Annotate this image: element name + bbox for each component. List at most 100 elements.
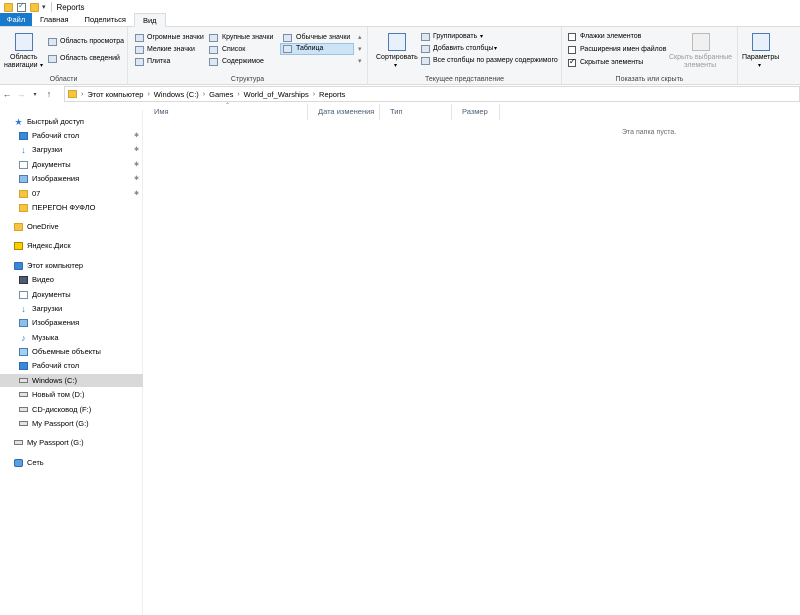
pin-icon[interactable]: ✱ (134, 175, 139, 182)
breadcrumb-reports[interactable]: Reports (319, 90, 345, 99)
small-icons-icon (135, 46, 144, 54)
nav-item-pc-downloads[interactable]: ↓ Загрузки (0, 302, 143, 315)
chevron-right-icon[interactable]: › (147, 91, 149, 98)
column-header-size[interactable]: Размер (452, 104, 500, 120)
properties-icon[interactable] (17, 1, 26, 12)
item-checkboxes-checkbox[interactable] (568, 33, 576, 41)
tab-share[interactable]: Поделиться (77, 13, 134, 26)
breadcrumb-this-pc[interactable]: Этот компьютер (87, 90, 143, 99)
gallery-up-icon[interactable]: ▴ (358, 33, 362, 41)
pin-icon[interactable]: ✱ (134, 190, 139, 197)
small-icons-button[interactable]: Мелкие значки (147, 46, 195, 53)
onedrive-icon (14, 222, 23, 231)
chevron-right-icon[interactable]: › (81, 91, 83, 98)
tab-file[interactable]: Файл (0, 13, 32, 26)
tab-home[interactable]: Главная (32, 13, 77, 26)
download-icon: ↓ (21, 144, 26, 155)
chevron-down-icon[interactable]: ▾ (42, 3, 46, 12)
navigation-pane-label-2[interactable]: навигации (4, 62, 38, 69)
chevron-down-icon[interactable]: ▾ (480, 33, 483, 40)
forward-arrow-icon[interactable]: → (14, 89, 28, 99)
nav-label: ПЕРЕГОН ФУФЛО (32, 203, 96, 212)
nav-item-pc-desktop[interactable]: Рабочий стол (0, 359, 143, 372)
list-button[interactable]: Список (222, 46, 245, 53)
file-extensions-checkbox[interactable] (568, 46, 576, 54)
breadcrumb-windows-c[interactable]: Windows (C:) (154, 90, 199, 99)
nav-item-passport-pc[interactable]: My Passport (G:) (0, 417, 143, 430)
chevron-right-icon[interactable]: › (313, 91, 315, 98)
show-hide-group: Флажки элементов Расширения имен файлов … (562, 27, 738, 85)
nav-item-cd-drive[interactable]: CD-дисковод (F:) (0, 403, 143, 416)
navigation-pane-icon[interactable] (15, 33, 33, 51)
nav-item-07[interactable]: 07 ✱ (0, 187, 143, 200)
chevron-down-icon[interactable]: ▾ (394, 62, 397, 69)
details-icon (283, 45, 292, 53)
large-icons-button[interactable]: Крупные значки (222, 34, 273, 41)
nav-item-drive-d[interactable]: Новый том (D:) (0, 388, 143, 401)
chevron-down-icon[interactable]: ▾ (40, 62, 43, 69)
nav-label: Загрузки (32, 145, 63, 154)
nav-this-pc[interactable]: Этот компьютер (0, 259, 143, 272)
size-columns-icon (421, 57, 430, 65)
extra-large-icons-button[interactable]: Огромные значки (147, 34, 204, 41)
nav-item-pictures[interactable]: Изображения ✱ (0, 172, 143, 185)
nav-yandex-disk[interactable]: Яндекс.Диск (0, 239, 143, 252)
hide-selected-button[interactable]: Скрыть выбранные (669, 54, 732, 61)
nav-network[interactable]: Сеть (0, 456, 143, 469)
pin-icon[interactable]: ✱ (134, 161, 139, 168)
address-bar-row: ← → ▾ ↑ › Этот компьютер › Windows (C:) … (0, 86, 800, 102)
hidden-items-checkbox[interactable] (568, 57, 576, 67)
pin-icon[interactable]: ✱ (134, 146, 139, 153)
column-header-type[interactable]: Тип (380, 104, 452, 120)
nav-item-documents[interactable]: Документы ✱ (0, 158, 143, 171)
group-by-button[interactable]: Группировать (433, 33, 477, 40)
nav-item-videos[interactable]: Видео (0, 273, 143, 286)
tab-view[interactable]: Вид (133, 13, 166, 27)
sort-by-button[interactable]: Сортировать (376, 54, 418, 61)
breadcrumb-world-of-warships[interactable]: World_of_Warships (244, 90, 309, 99)
details-pane-button[interactable]: Область сведений (60, 55, 120, 62)
up-arrow-icon[interactable]: ↑ (42, 89, 56, 99)
nav-label: Объемные объекты (32, 347, 101, 356)
new-folder-icon[interactable] (30, 2, 39, 12)
column-header-name[interactable]: Имя (144, 104, 308, 120)
column-header-date[interactable]: Дата изменения (308, 104, 380, 120)
recent-locations-icon[interactable]: ▾ (28, 91, 42, 98)
chevron-right-icon[interactable]: › (203, 91, 205, 98)
chevron-right-icon[interactable]: › (237, 91, 239, 98)
navigation-pane-label[interactable]: Область (10, 54, 37, 61)
options-button[interactable]: Параметры (742, 54, 779, 61)
tiles-button[interactable]: Плитка (147, 58, 170, 65)
size-columns-button[interactable]: Все столбцы по размеру содержимого (433, 57, 558, 64)
chevron-down-icon[interactable]: ▾ (494, 45, 497, 52)
content-button[interactable]: Содержимое (222, 58, 264, 65)
nav-item-peregon[interactable]: ПЕРЕГОН ФУФЛО (0, 201, 143, 214)
nav-item-pc-pictures[interactable]: Изображения (0, 316, 143, 329)
nav-item-desktop[interactable]: Рабочий стол ✱ (0, 129, 143, 142)
nav-quick-access[interactable]: ★ Быстрый доступ (0, 115, 143, 128)
navigation-pane: ★ Быстрый доступ Рабочий стол ✱ ↓ Загруз… (0, 110, 143, 615)
preview-pane-icon (48, 38, 57, 46)
panes-group: Область навигации ▾ Область просмотра Об… (0, 27, 128, 85)
gallery-more-icon[interactable]: ▾ (358, 57, 362, 65)
nav-item-music[interactable]: ♪ Музыка (0, 331, 143, 344)
nav-onedrive[interactable]: OneDrive (0, 220, 143, 233)
options-icon[interactable] (752, 33, 770, 51)
nav-item-3d-objects[interactable]: Объемные объекты (0, 345, 143, 358)
medium-icons-button[interactable]: Обычные значки (296, 34, 350, 41)
address-bar[interactable]: › Этот компьютер › Windows (C:) › Games … (64, 86, 800, 102)
breadcrumb-games[interactable]: Games (209, 90, 233, 99)
nav-item-windows-c[interactable]: Windows (C:) (0, 374, 143, 387)
sort-icon[interactable] (388, 33, 406, 51)
computer-icon (14, 261, 23, 270)
add-columns-button[interactable]: Добавить столбцы (433, 45, 493, 52)
nav-my-passport[interactable]: My Passport (G:) (0, 436, 143, 449)
chevron-down-icon[interactable]: ▾ (758, 62, 761, 69)
nav-item-pc-documents[interactable]: Документы (0, 288, 143, 301)
details-view-label[interactable]: Таблица (296, 45, 323, 52)
pin-icon[interactable]: ✱ (134, 132, 139, 139)
back-arrow-icon[interactable]: ← (0, 89, 14, 99)
nav-item-downloads[interactable]: ↓ Загрузки ✱ (0, 143, 143, 156)
gallery-down-icon[interactable]: ▾ (358, 45, 362, 53)
preview-pane-button[interactable]: Область просмотра (60, 38, 124, 45)
